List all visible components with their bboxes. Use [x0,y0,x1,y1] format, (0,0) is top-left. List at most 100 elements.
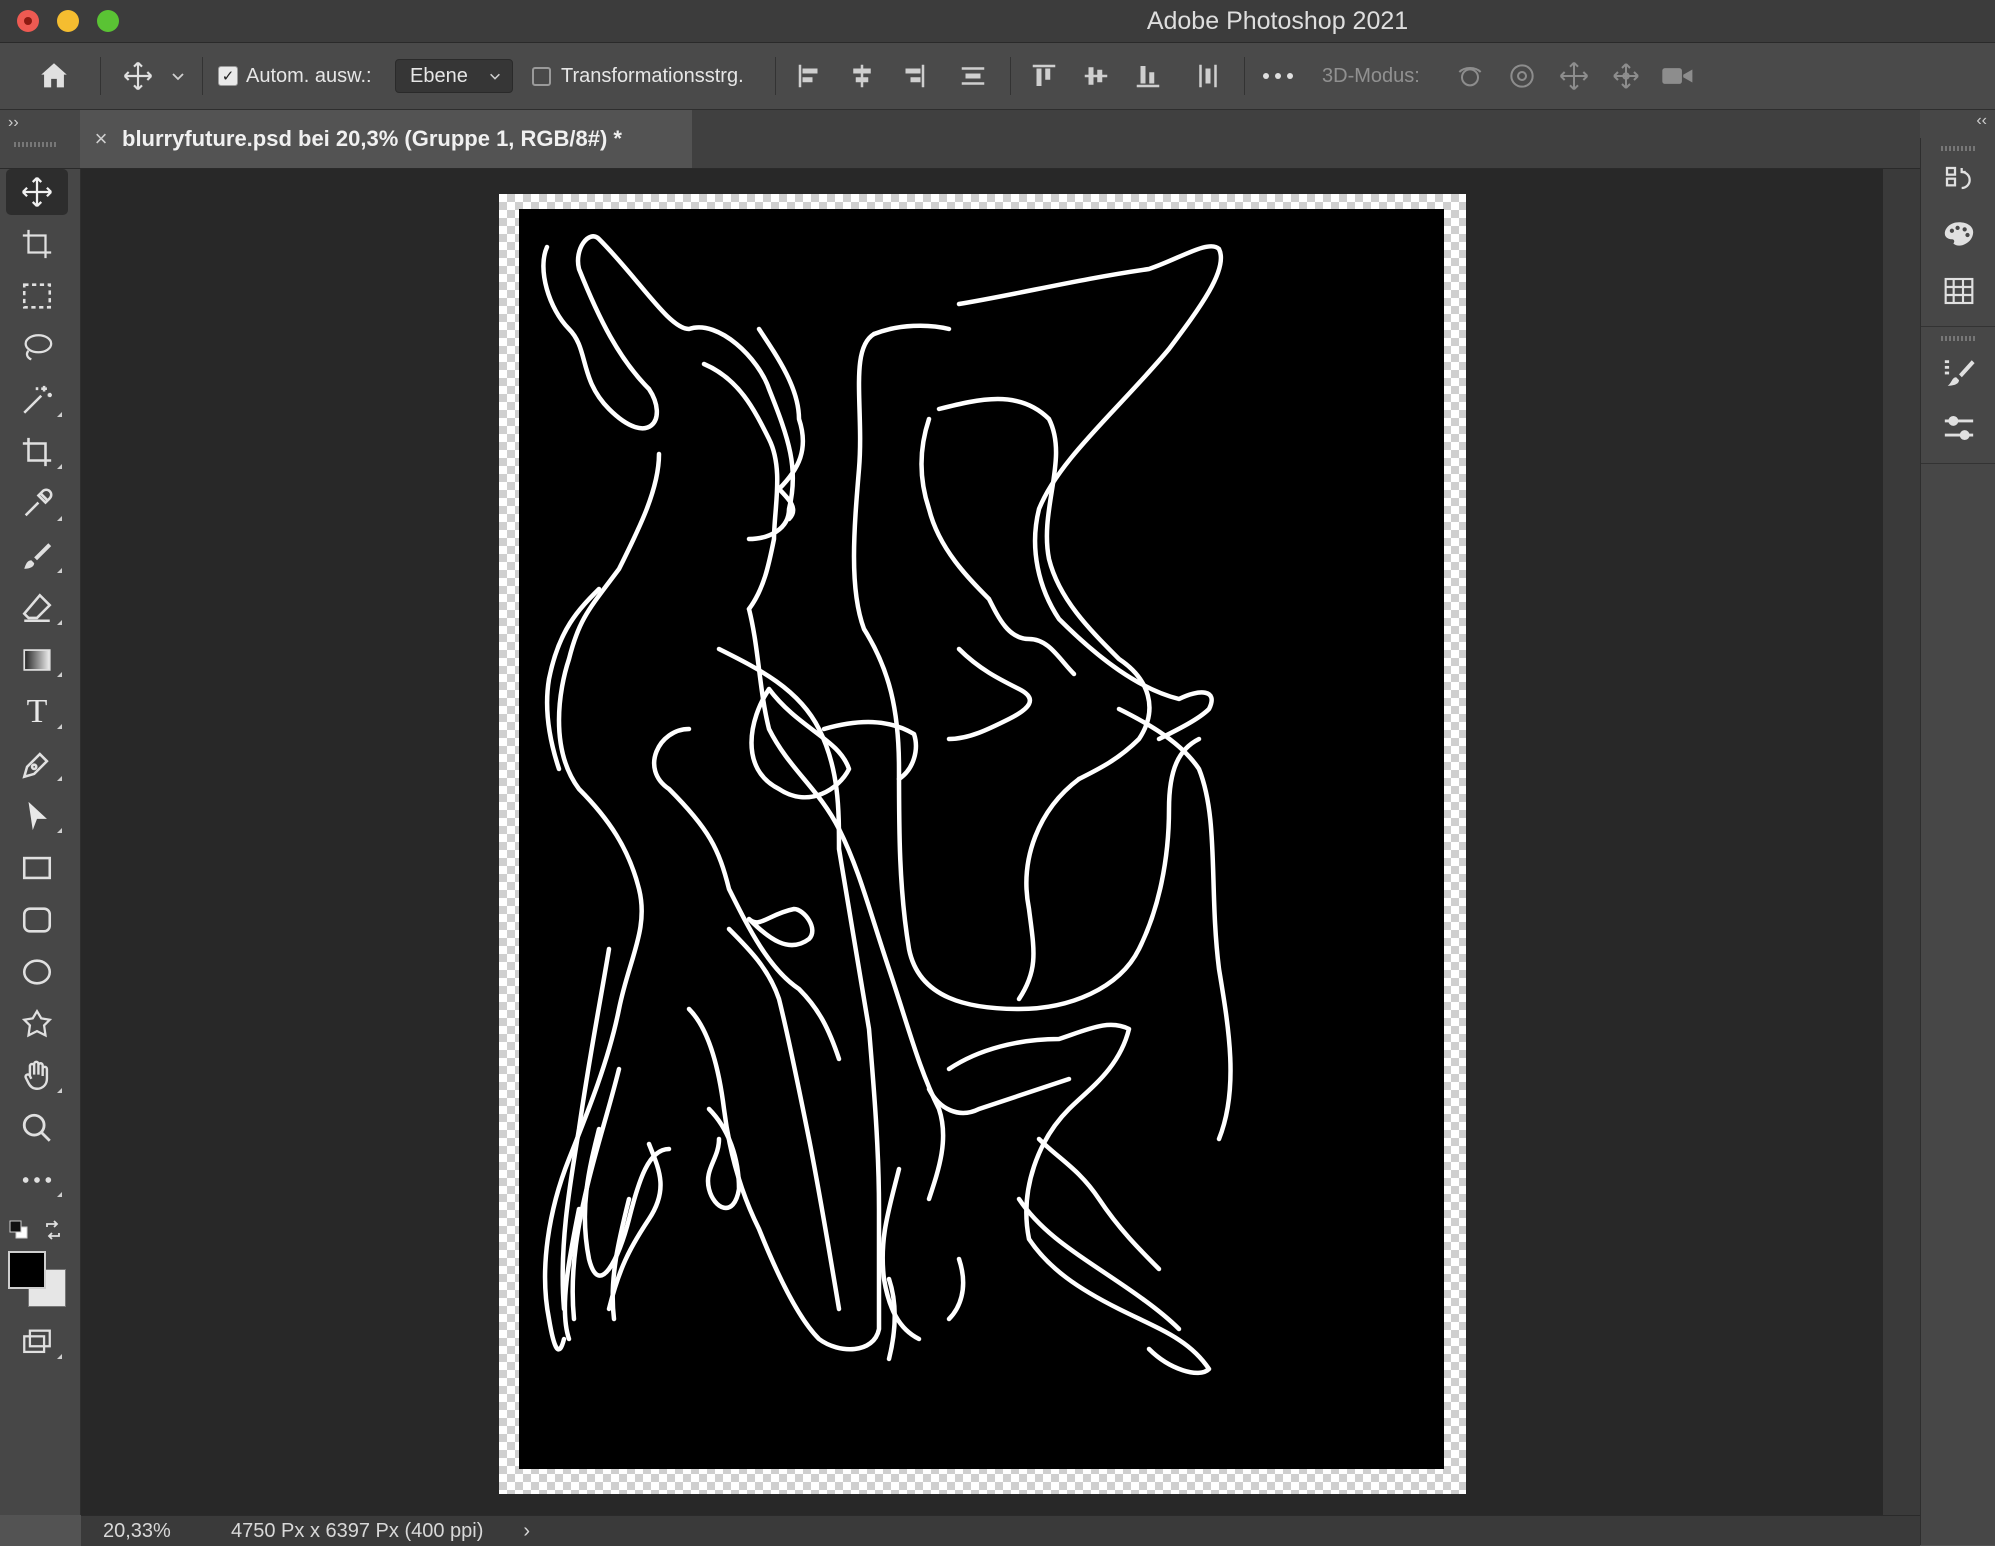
3d-slide-button[interactable] [1604,43,1648,109]
video-camera-icon [1662,68,1693,84]
move-icon [22,177,52,207]
lasso-icon [24,334,53,361]
panel-grip[interactable] [1941,146,1977,151]
hand-icon [24,1060,49,1090]
home-button[interactable] [26,43,82,109]
more-options-button[interactable] [1256,43,1300,109]
toolbar-header: ›› [0,110,80,169]
crop-icon [22,437,52,467]
arrow-icon [28,801,47,831]
panel-dock-header: ‹‹ [1920,110,1995,138]
close-icon[interactable]: × [80,126,122,152]
move-icon [123,61,153,91]
default-colors-button[interactable] [8,1219,30,1241]
rounded-rect-icon [22,907,52,933]
zoom-tool[interactable] [6,1105,68,1151]
type-icon: T [26,693,48,730]
default-colors-icon [9,1220,28,1239]
pen-tool[interactable] [6,741,68,787]
screen-mode-icon [23,1329,51,1354]
type-tool[interactable]: T [6,689,68,735]
distribute-h-icon [1199,64,1217,88]
status-menu-chevron-icon[interactable]: › [483,1520,530,1543]
more-tools[interactable] [6,1157,68,1203]
checkbox-box [532,66,551,86]
rectangle-tool[interactable] [6,845,68,891]
foreground-color-swatch[interactable] [8,1251,46,1289]
gradient-tool[interactable] [6,637,68,683]
move-tool[interactable] [6,169,68,215]
swap-colors-button[interactable] [42,1219,64,1241]
expand-toolbar-icon[interactable]: ›› [8,114,19,132]
distribute-vertical-button[interactable] [953,43,993,109]
screen-mode-button[interactable] [6,1319,68,1365]
auto-select-checkbox[interactable]: ✓ [218,43,238,109]
canvas-area[interactable] [81,169,1883,1515]
color-panel-button[interactable] [1939,215,1979,255]
eyedropper-tool[interactable] [6,481,68,527]
vertical-scrollbar[interactable] [1883,169,1920,1515]
3d-pan-button[interactable] [1552,43,1596,109]
align-right-icon [905,64,925,88]
transform-controls-checkbox[interactable] [532,43,551,109]
brush-settings-button[interactable] [1939,353,1979,393]
align-hcenter-button[interactable] [842,43,882,109]
tool-preset-dropdown[interactable] [166,43,190,109]
align-vcenter-icon [1084,67,1108,85]
align-bottom-button[interactable] [1128,43,1168,109]
orbit-icon [1458,67,1482,87]
path-select-tool[interactable] [6,793,68,839]
lasso-tool[interactable] [6,325,68,371]
3d-camera-button[interactable] [1656,43,1700,109]
eraser-icon [22,593,52,623]
align-top-button[interactable] [1024,43,1064,109]
hand-tool[interactable] [6,1053,68,1099]
collapse-panels-icon[interactable]: ‹‹ [1976,112,1987,130]
auto-select-target-dropdown[interactable]: Ebene [395,59,513,93]
distribute-icon [961,67,985,85]
distribute-horizontal-button[interactable] [1188,43,1228,109]
auto-select-label: Autom. ausw.: [246,64,372,87]
3d-roll-button[interactable] [1500,43,1544,109]
toolbar-grip[interactable] [14,142,56,147]
history-panel-button[interactable] [1939,160,1979,200]
eyedropper-icon [24,488,53,517]
artboard-tool[interactable] [6,221,68,267]
zoom-level[interactable]: 20,33% [81,1520,211,1543]
rectangle-icon [22,856,52,880]
slide-icon [1613,63,1639,89]
tools-panel: T [0,169,81,1515]
magic-wand-tool[interactable] [6,377,68,423]
adjustments-panel-button[interactable] [1939,408,1979,448]
align-left-button[interactable] [790,43,830,109]
eraser-tool[interactable] [6,585,68,631]
palette-icon [1944,222,1974,246]
document-tab-title: blurryfuture.psd bei 20,3% (Gruppe 1, RG… [122,126,622,151]
crop-tool[interactable] [6,429,68,475]
3d-orbit-button[interactable] [1448,43,1492,109]
align-vcenter-button[interactable] [1076,43,1116,109]
custom-shape-icon [21,1009,53,1038]
artwork-image [519,209,1444,1469]
brush-tool[interactable] [6,533,68,579]
brush-icon [24,543,52,569]
document-canvas[interactable] [499,194,1466,1494]
swatches-panel-button[interactable] [1939,271,1979,311]
rounded-rect-tool[interactable] [6,897,68,943]
move-tool-preset[interactable] [112,43,164,109]
align-right-button[interactable] [893,43,933,109]
document-tab-bar: × blurryfuture.psd bei 20,3% (Gruppe 1, … [80,110,1920,169]
brush-settings-icon [1944,360,1975,386]
custom-shape-tool[interactable] [6,1001,68,1047]
chevron-down-icon [172,73,184,81]
artboard-icon [22,229,52,259]
auto-select-target-value: Ebene [410,64,468,87]
document-tab[interactable]: × blurryfuture.psd bei 20,3% (Gruppe 1, … [80,110,692,168]
history-icon [1945,166,1971,190]
marquee-tool[interactable] [6,273,68,319]
panel-grip[interactable] [1941,336,1977,341]
ellipse-tool[interactable] [6,949,68,995]
swap-arrows-icon [46,1220,60,1240]
more-icon [1263,73,1293,79]
status-bar: 20,33% 4750 Px x 6397 Px (400 ppi) › [81,1515,1920,1546]
